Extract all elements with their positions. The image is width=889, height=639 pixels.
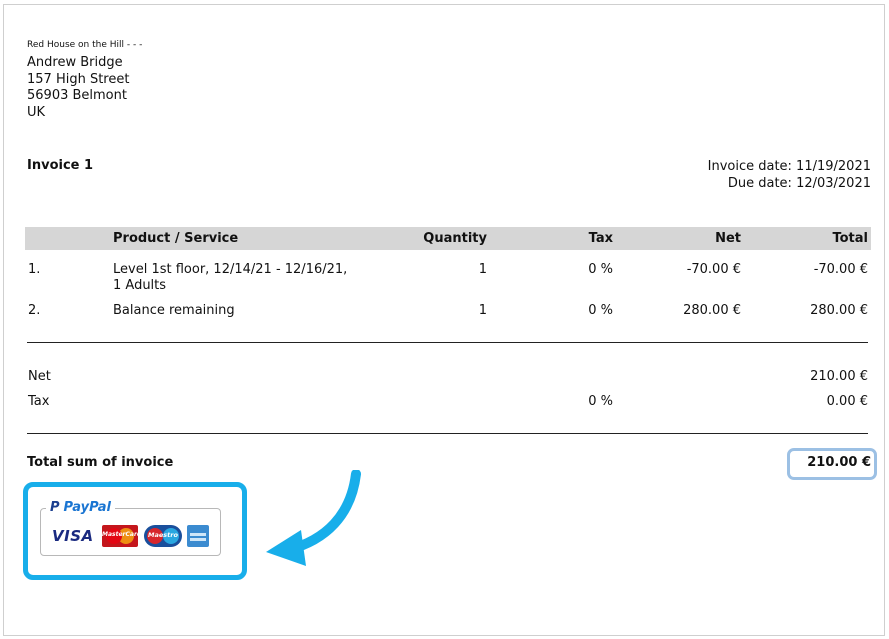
row-number: 2. [28, 303, 41, 318]
row-net: 280.00 € [683, 303, 741, 318]
header-net: Net [715, 231, 741, 246]
recipient-city: 56903 Belmont [27, 88, 127, 103]
maestro-text: Maestro [148, 531, 178, 539]
header-quantity: Quantity [423, 231, 487, 246]
row-quantity: 1 [478, 262, 487, 277]
invoice-date: Invoice date: 11/19/2021 [707, 159, 871, 174]
tax-value: 0.00 € [826, 394, 868, 409]
divider [27, 342, 868, 343]
due-date: Due date: 12/03/2021 [727, 176, 871, 191]
sender-line: Red House on the Hill - - - [27, 40, 143, 50]
pointer-arrow-icon [266, 470, 361, 566]
row-number: 1. [28, 262, 41, 277]
divider [27, 433, 868, 434]
row-product-line2: 1 Adults [113, 278, 167, 293]
net-label: Net [28, 369, 51, 384]
table-header: Product / Service Quantity Tax Net Total [25, 227, 871, 250]
paypal-brand: PayPal [63, 500, 111, 515]
row-tax: 0 % [588, 262, 613, 277]
row-tax: 0 % [588, 303, 613, 318]
table-row: 2. Balance remaining 1 0 % 280.00 € 280.… [25, 303, 871, 321]
row-product: Level 1st floor, 12/14/21 - 12/16/21, 1 … [113, 262, 347, 294]
recipient-name: Andrew Bridge [27, 55, 123, 70]
amex-icon [187, 525, 209, 547]
table-row: 1. Level 1st floor, 12/14/21 - 12/16/21,… [25, 262, 871, 296]
row-product: Balance remaining [113, 303, 235, 318]
net-value: 210.00 € [810, 369, 868, 384]
total-label: Total sum of invoice [27, 455, 174, 470]
header-tax: Tax [588, 231, 613, 246]
paypal-logo: P PayPal [46, 500, 115, 515]
invoice-title: Invoice 1 [27, 158, 94, 173]
invoice-dates: Invoice date: 11/19/2021 Due date: 12/03… [708, 158, 871, 192]
row-quantity: 1 [478, 303, 487, 318]
total-value: 210.00 € [807, 455, 871, 470]
maestro-icon: Maestro [144, 525, 182, 547]
header-product: Product / Service [113, 231, 239, 246]
row-total: -70.00 € [813, 262, 868, 277]
row-total: 280.00 € [810, 303, 868, 318]
recipient-address: Andrew Bridge 157 High Street 56903 Belm… [27, 55, 129, 121]
tax-rate: 0 % [588, 394, 613, 409]
mastercard-icon: MasterCard [102, 525, 138, 547]
row-net: -70.00 € [686, 262, 741, 277]
recipient-country: UK [27, 104, 46, 120]
row-product-line1: Level 1st floor, 12/14/21 - 12/16/21, [113, 262, 348, 277]
header-total: Total [832, 231, 868, 246]
mastercard-text: MasterCard [102, 531, 138, 538]
recipient-street: 157 High Street [27, 71, 130, 87]
tax-label: Tax [28, 394, 50, 409]
visa-icon: VISA [52, 527, 94, 545]
paypal-p-icon: P [50, 500, 60, 515]
